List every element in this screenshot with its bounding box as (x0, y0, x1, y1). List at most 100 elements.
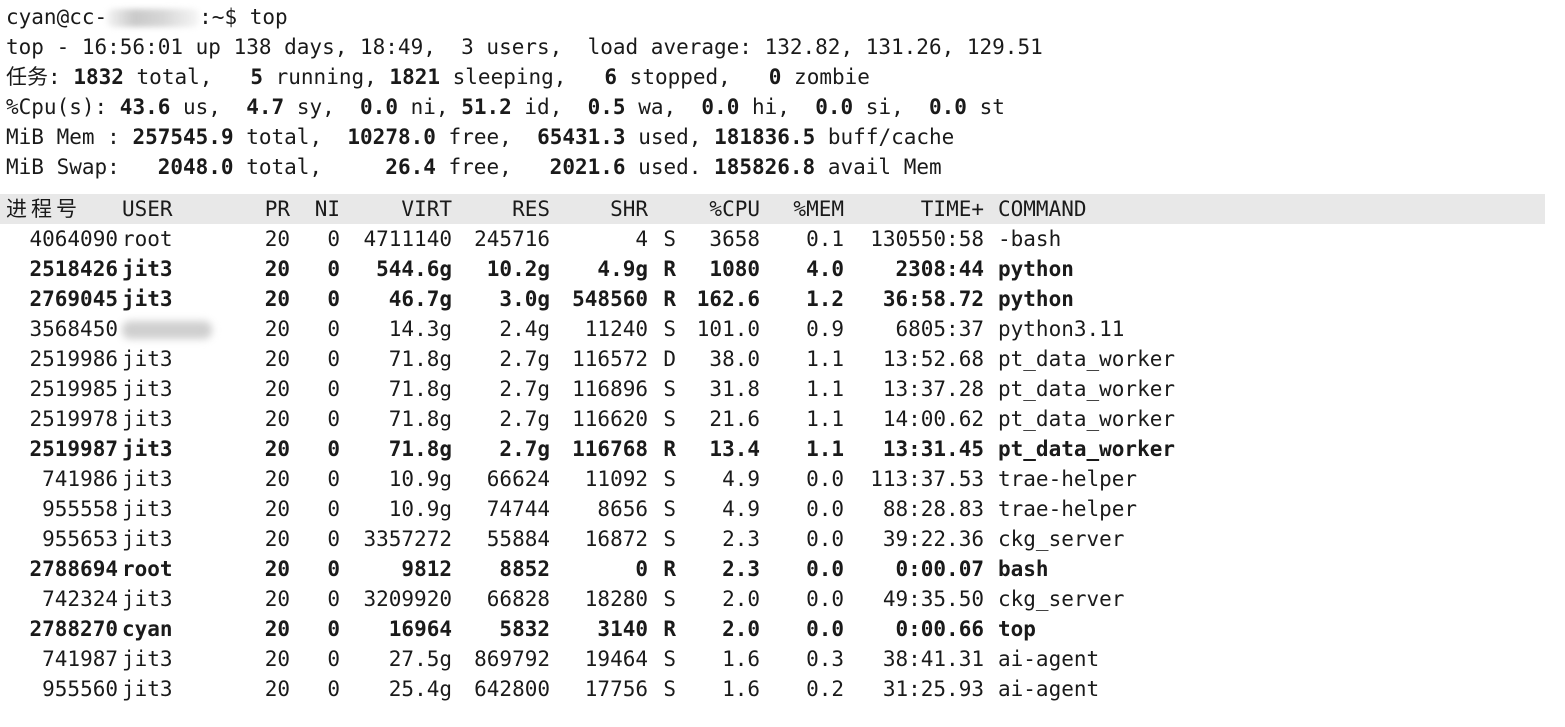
process-row[interactable]: 955560 jit3 20 0 25.4g 642800 17756 S 1.6 0.2 31:2… (0, 674, 1565, 704)
cell-mem: 0.1 (806, 227, 844, 251)
cell-time: 113:37.53 (870, 467, 984, 491)
cell-user: jit3 (122, 257, 173, 281)
cell-user: jit3 (122, 407, 173, 431)
cell-cpu: 1.6 (722, 677, 760, 701)
cell-command: pt_data_worker (998, 407, 1176, 431)
process-row[interactable]: 2788270 cyan 20 0 16964 5832 3140 R 2.0 0.0 0:00.6… (0, 614, 1565, 644)
cell-shr: 116572 (572, 347, 648, 371)
process-row[interactable]: 742324 jit3 20 0 3209920 66828 18280 S 2.0 0.0 49:… (0, 584, 1565, 614)
col-header-cpu[interactable]: %CPU (676, 194, 760, 224)
cell-cpu: 1.6 (722, 647, 760, 671)
process-row[interactable]: 2769045 jit3 20 0 46.7g 3.0g 548560 R 162.6 1.2 36… (0, 284, 1565, 314)
cell-pr: 20 (264, 257, 290, 281)
cell-shr: 116896 (572, 377, 648, 401)
process-row[interactable]: 741986 jit3 20 0 10.9g 66624 11092 S 4.9 0.0 113:3… (0, 464, 1565, 494)
process-row[interactable]: 955558 jit3 20 0 10.9g 74744 8656 S 4.9 0.0 88:28.… (0, 494, 1565, 524)
process-row[interactable]: 2518426 jit3 20 0 544.6g 10.2g 4.9g R 1080 4.0 230… (0, 254, 1565, 284)
cell-ni: 0 (327, 287, 340, 311)
cpu-line: %Cpu(s): 43.6 us, 4.7 sy, 0.0 ni, 51.2 i… (6, 95, 1005, 119)
cell-shr: 548560 (572, 287, 648, 311)
mem-total: 257545.9 (132, 125, 234, 149)
process-row[interactable]: 2519985 jit3 20 0 71.8g 2.7g 116896 S 31.8 1.1 13:… (0, 374, 1565, 404)
col-header-mem[interactable]: %MEM (760, 194, 844, 224)
shell-prompt-line: cyan@cc-:~$ top (0, 2, 1565, 32)
cell-user: root (122, 557, 173, 581)
cell-res: 74744 (486, 497, 550, 521)
cell-pid: 2769045 (29, 287, 118, 311)
mem-line: MiB Mem : 257545.9 total, 10278.0 free, … (6, 125, 955, 149)
process-row[interactable]: 955653 jit3 20 0 3357272 55884 16872 S 2.3 0.0 39:… (0, 524, 1565, 554)
process-row[interactable]: 2519986 jit3 20 0 71.8g 2.7g 116572 D 38.0 1.1 13:… (0, 344, 1565, 374)
col-header-user[interactable]: USER (118, 194, 250, 224)
cell-command: pt_data_worker (998, 347, 1176, 371)
cell-pr: 20 (264, 587, 290, 611)
cell-command: ai-agent (998, 677, 1100, 701)
cell-pid: 955560 (42, 677, 118, 701)
col-header-pr[interactable]: PR (250, 194, 290, 224)
cell-state: R (663, 287, 676, 311)
cell-pid: 2518426 (29, 257, 118, 281)
process-row[interactable]: 4064090 root 20 0 4711140 245716 4 S 3658 0.1 1305… (0, 224, 1565, 254)
cell-shr: 116768 (572, 437, 648, 461)
redacted-user (122, 321, 212, 339)
cell-ni: 0 (327, 317, 340, 341)
cell-ni: 0 (327, 257, 340, 281)
process-table-header: 进程号 USER PR NI VIRT RES SHR %CPU %MEM TIME+ COMMAN… (0, 194, 1545, 224)
cell-ni: 0 (327, 617, 340, 641)
cell-cpu: 4.9 (722, 467, 760, 491)
cell-state: D (663, 347, 676, 371)
cell-pid: 2788270 (29, 617, 118, 641)
cell-command: ckg_server (998, 527, 1125, 551)
cell-ni: 0 (327, 587, 340, 611)
cell-mem: 0.0 (806, 467, 844, 491)
process-table-body: 4064090 root 20 0 4711140 245716 4 S 3658 0.1 1305… (0, 224, 1565, 704)
cell-cpu: 2.3 (722, 557, 760, 581)
cell-mem: 1.1 (806, 377, 844, 401)
cell-virt: 71.8g (388, 437, 452, 461)
cell-virt: 3357272 (363, 527, 452, 551)
cell-pr: 20 (264, 347, 290, 371)
process-row[interactable]: 741987 jit3 20 0 27.5g 869792 19464 S 1.6 0.3 38:4… (0, 644, 1565, 674)
cell-ni: 0 (327, 557, 340, 581)
cell-pid: 741986 (42, 467, 118, 491)
cell-user (118, 314, 250, 344)
process-row[interactable]: 3568450 20 0 14.3g 2.4g 11240 S 101.0 0.9 6805:37… (0, 314, 1565, 344)
cell-virt: 71.8g (388, 377, 452, 401)
col-header-ni[interactable]: NI (290, 194, 340, 224)
cell-time: 0:00.07 (895, 557, 984, 581)
cell-mem: 1.2 (806, 287, 844, 311)
col-header-shr[interactable]: SHR (550, 194, 648, 224)
cell-user: jit3 (122, 647, 173, 671)
col-header-time[interactable]: TIME+ (844, 194, 984, 224)
cell-mem: 1.1 (806, 437, 844, 461)
cell-ni: 0 (327, 647, 340, 671)
swap-line: MiB Swap: 2048.0 total, 26.4 free, 2021.… (6, 155, 942, 179)
process-row[interactable]: 2788694 root 20 0 9812 8852 0 R 2.3 0.0 0:00.07 bas… (0, 554, 1565, 584)
swap-avail: 185826.8 (714, 155, 816, 179)
col-header-pid[interactable]: 进程号 (6, 194, 118, 224)
col-header-command[interactable]: COMMAND (984, 194, 1298, 224)
cell-pr: 20 (264, 527, 290, 551)
cell-res: 642800 (474, 677, 550, 701)
cell-pr: 20 (264, 677, 290, 701)
col-header-virt[interactable]: VIRT (340, 194, 452, 224)
terminal-window[interactable]: cyan@cc-:~$ top top - 16:56:01 up 138 da… (0, 2, 1565, 704)
cell-command: python3.11 (998, 317, 1125, 341)
cell-shr: 17756 (584, 677, 648, 701)
process-row[interactable]: 2519978 jit3 20 0 71.8g 2.7g 116620 S 21.6 1.1 14:… (0, 404, 1565, 434)
cell-mem: 1.1 (806, 347, 844, 371)
cpu-hi: 0.0 (701, 95, 740, 119)
cpu-id: 51.2 (461, 95, 512, 119)
tasks-stopped: 6 (604, 65, 618, 89)
cell-ni: 0 (327, 677, 340, 701)
cell-command: trae-helper (998, 467, 1138, 491)
cell-time: 13:52.68 (882, 347, 984, 371)
cell-pid: 2519986 (29, 347, 118, 371)
cell-pr: 20 (264, 647, 290, 671)
cell-command: pt_data_worker (998, 437, 1176, 461)
process-row[interactable]: 2519987 jit3 20 0 71.8g 2.7g 116768 R 13.4 1.1 13:… (0, 434, 1565, 464)
cell-ni: 0 (327, 467, 340, 491)
col-header-res[interactable]: RES (452, 194, 550, 224)
cell-state: S (663, 497, 676, 521)
cell-ni: 0 (327, 407, 340, 431)
